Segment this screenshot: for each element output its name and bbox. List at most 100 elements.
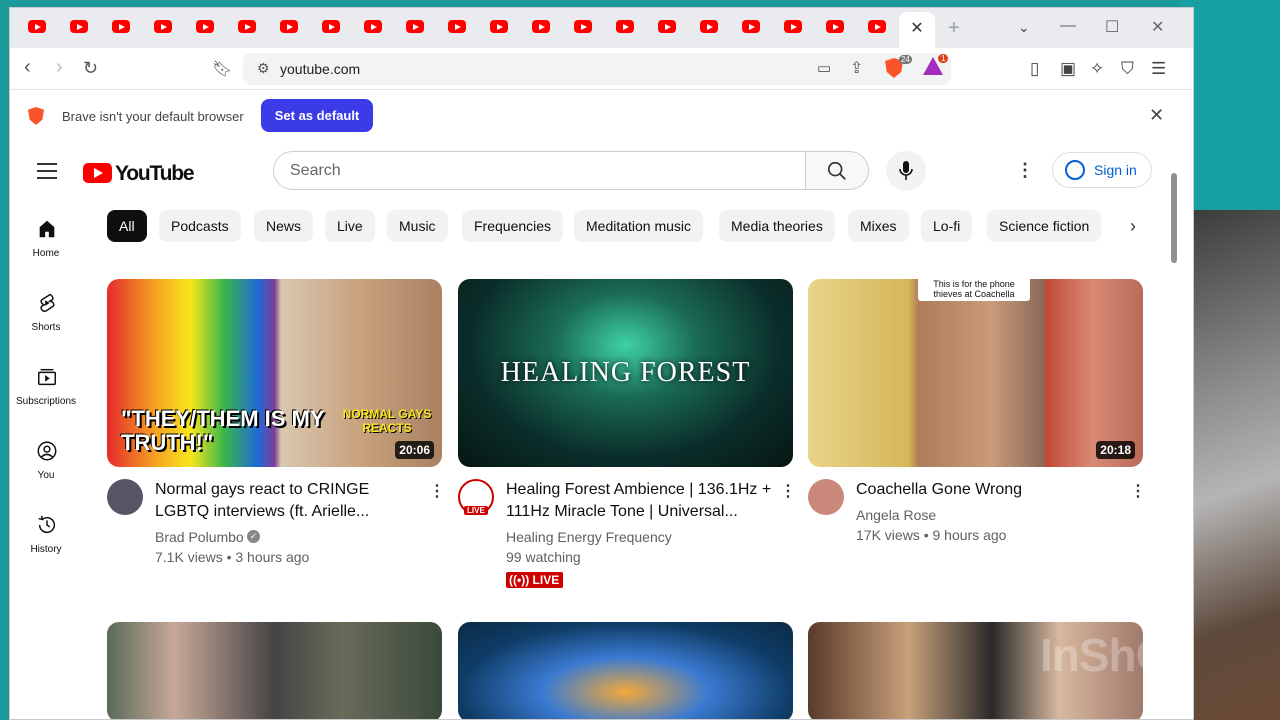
youtube-tab-favicon-icon[interactable]	[364, 20, 382, 33]
chip-science-fiction[interactable]: Science fiction	[987, 210, 1102, 242]
chip-all[interactable]: All	[107, 210, 147, 242]
thumbnail-subcaption: NORMAL GAYS REACTS	[342, 407, 432, 435]
channel-name[interactable]: Brad Polumbo	[155, 529, 244, 545]
youtube-tab-favicon-icon[interactable]	[868, 20, 886, 33]
channel-avatar[interactable]: LIVE	[458, 479, 494, 515]
brave-logo-icon	[28, 107, 44, 125]
channel-avatar[interactable]	[808, 479, 844, 515]
channel-name[interactable]: Healing Energy Frequency	[506, 529, 672, 545]
bookmark-icon[interactable]: 🔖︎	[212, 59, 232, 79]
sign-in-button[interactable]: Sign in	[1052, 152, 1152, 188]
shields-count-badge: 24	[899, 55, 912, 64]
video-title[interactable]: Normal gays react to CRINGE LGBTQ interv…	[155, 479, 425, 523]
youtube-tab-favicon-icon[interactable]	[616, 20, 634, 33]
cast-icon[interactable]: ▭	[817, 59, 831, 77]
site-settings-icon[interactable]: ⚙︎	[257, 60, 270, 77]
youtube-tab-favicon-icon[interactable]	[238, 20, 256, 33]
scrollbar-thumb[interactable]	[1171, 173, 1177, 263]
active-tab[interactable]: ✕	[899, 12, 935, 48]
channel-avatar[interactable]	[107, 479, 143, 515]
chip-lo-fi[interactable]: Lo-fi	[921, 210, 973, 242]
video-thumbnail[interactable]	[107, 622, 442, 719]
search-input[interactable]	[274, 152, 805, 189]
close-banner-icon[interactable]: ✕	[1149, 105, 1164, 126]
video-thumbnail[interactable]: This is for the phone thieves at Coachel…	[808, 279, 1143, 467]
close-window-button[interactable]: ✕	[1151, 17, 1164, 37]
reload-button[interactable]: ↻	[83, 58, 98, 79]
voice-search-button[interactable]	[886, 151, 926, 191]
youtube-tab-favicon-icon[interactable]	[826, 20, 844, 33]
chip-meditation-music[interactable]: Meditation music	[574, 210, 704, 242]
video-title[interactable]: Healing Forest Ambience | 136.1Hz + 111H…	[506, 479, 776, 523]
video-menu-icon[interactable]: ⋮	[780, 481, 796, 501]
youtube-wordmark: YouTube	[115, 162, 195, 185]
channel-name[interactable]: Angela Rose	[856, 507, 936, 523]
video-title[interactable]: Coachella Gone Wrong	[856, 479, 1126, 501]
search-box[interactable]	[273, 151, 806, 190]
video-menu-icon[interactable]: ⋮	[429, 481, 445, 501]
chip-podcasts[interactable]: Podcasts	[159, 210, 241, 242]
youtube-tab-favicon-icon[interactable]	[322, 20, 340, 33]
settings-kebab-icon[interactable]: ⋮	[1016, 160, 1034, 181]
chip-media-theories[interactable]: Media theories	[719, 210, 835, 242]
vpn-icon[interactable]: ⛉	[1121, 59, 1134, 79]
youtube-tab-favicon-icon[interactable]	[658, 20, 676, 33]
youtube-tab-favicon-icon[interactable]	[406, 20, 424, 33]
chip-news[interactable]: News	[254, 210, 314, 242]
browser-window: ✕ + ⌄ — ☐ ✕ ‹ › ↻ 🔖︎ ⚙︎ youtube.com ▭ ⇪ …	[9, 7, 1194, 720]
sidebar-item-shorts[interactable]: Shorts	[10, 292, 82, 364]
search-button[interactable]	[805, 151, 869, 190]
microphone-icon	[899, 161, 913, 180]
youtube-tab-favicon-icon[interactable]	[742, 20, 760, 33]
video-thumbnail[interactable]: HEALING FOREST	[458, 279, 793, 467]
chip-frequencies[interactable]: Frequencies	[462, 210, 564, 242]
set-as-default-button[interactable]: Set as default	[261, 99, 373, 132]
youtube-play-icon	[83, 163, 112, 183]
thumbnail-caption: This is for the phone thieves at Coachel…	[918, 279, 1030, 301]
youtube-tab-favicon-icon[interactable]	[70, 20, 88, 33]
desktop-background	[1182, 0, 1280, 210]
chips-next-chevron-icon[interactable]: ›	[1130, 216, 1136, 237]
leo-ai-icon[interactable]: ✧	[1090, 59, 1104, 79]
chip-music[interactable]: Music	[387, 210, 448, 242]
youtube-tab-favicon-icon[interactable]	[154, 20, 172, 33]
youtube-tab-favicon-icon[interactable]	[574, 20, 592, 33]
url-text[interactable]: youtube.com	[280, 61, 360, 77]
url-bar[interactable]: ⚙︎ youtube.com ▭ ⇪ 24 1	[243, 53, 951, 85]
youtube-tab-favicon-icon[interactable]	[700, 20, 718, 33]
maximize-button[interactable]: ☐	[1105, 17, 1119, 37]
video-thumbnail[interactable]	[458, 622, 793, 719]
wallet-icon[interactable]: ▣	[1060, 59, 1076, 79]
sidebar-toggle-icon[interactable]: ▯	[1030, 59, 1039, 79]
youtube-tab-favicon-icon[interactable]	[448, 20, 466, 33]
chip-mixes[interactable]: Mixes	[848, 210, 909, 242]
back-button[interactable]: ‹	[24, 56, 31, 79]
duration-badge: 20:18	[1096, 441, 1135, 459]
youtube-tab-favicon-icon[interactable]	[532, 20, 550, 33]
sidebar-item-you[interactable]: You	[10, 440, 82, 512]
youtube-tab-favicon-icon[interactable]	[490, 20, 508, 33]
youtube-tab-favicon-icon[interactable]	[196, 20, 214, 33]
new-tab-button[interactable]: +	[948, 17, 960, 40]
forward-button[interactable]: ›	[56, 56, 63, 79]
video-metadata: 17K views • 9 hours ago	[856, 527, 1007, 543]
video-menu-icon[interactable]: ⋮	[1130, 481, 1146, 501]
sidebar-item-home[interactable]: Home	[10, 218, 82, 290]
tab-search-chevron-icon[interactable]: ⌄	[1018, 19, 1030, 36]
sidebar-item-history[interactable]: History	[10, 514, 82, 586]
minimize-button[interactable]: —	[1060, 17, 1076, 35]
youtube-tab-favicon-icon[interactable]	[784, 20, 802, 33]
sidebar-label-you: You	[37, 470, 55, 481]
chip-live[interactable]: Live	[325, 210, 375, 242]
guide-menu-icon[interactable]	[37, 163, 57, 184]
video-thumbnail[interactable]: "THEY/THEM IS MY TRUTH!" NORMAL GAYS REA…	[107, 279, 442, 467]
youtube-tab-favicon-icon[interactable]	[280, 20, 298, 33]
sidebar-item-subscriptions[interactable]: Subscriptions	[10, 366, 82, 438]
menu-icon[interactable]: ☰	[1151, 59, 1166, 79]
youtube-tab-favicon-icon[interactable]	[112, 20, 130, 33]
video-metadata: 7.1K views • 3 hours ago	[155, 549, 310, 565]
share-icon[interactable]: ⇪	[850, 58, 863, 78]
close-tab-button[interactable]: ✕	[899, 18, 935, 38]
youtube-tab-favicon-icon[interactable]	[28, 20, 46, 33]
shorts-icon	[40, 293, 55, 312]
